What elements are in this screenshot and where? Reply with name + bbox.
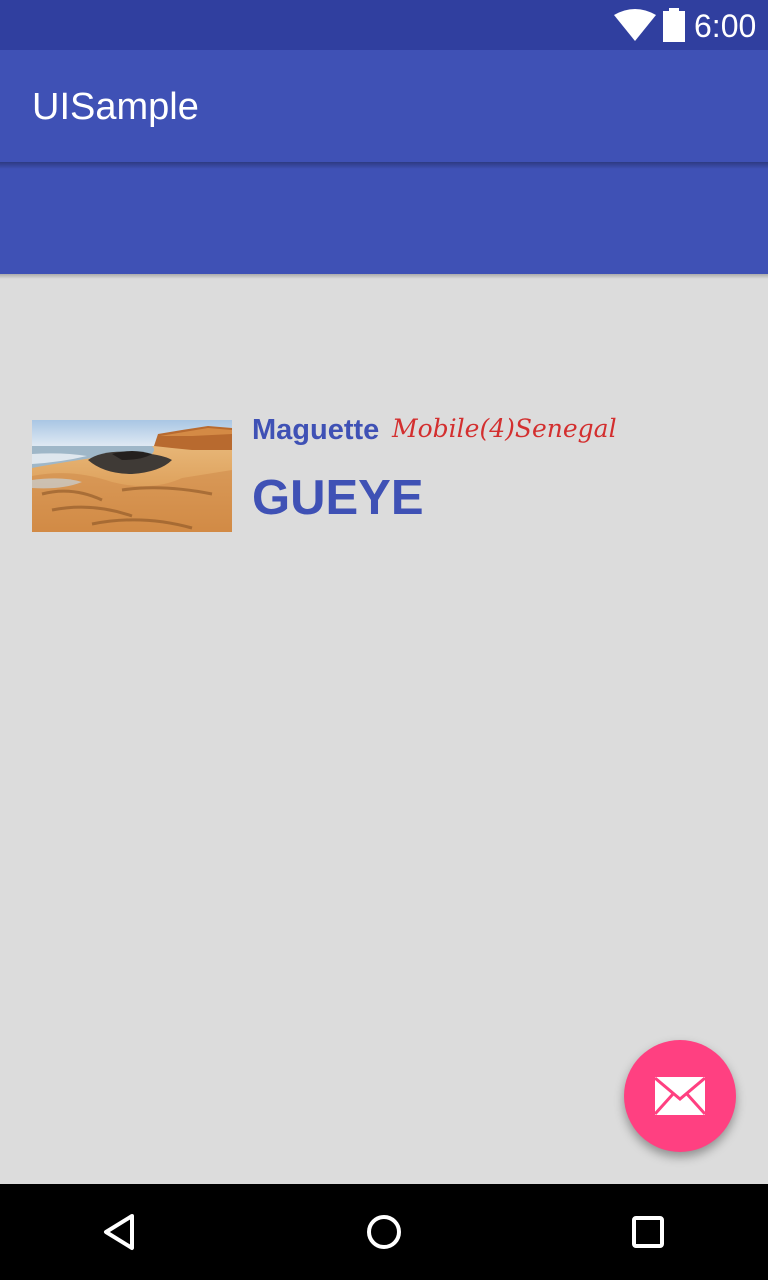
header-extension [0, 162, 768, 274]
navigation-bar [0, 1184, 768, 1280]
first-name: Maguette [252, 414, 380, 446]
header-extension-shadow [0, 274, 768, 279]
app-title: UISample [32, 86, 199, 128]
status-bar: 6:00 [0, 0, 768, 50]
app-bar-shadow [0, 162, 768, 169]
tagline: Mobile(4)Senegal [392, 414, 617, 443]
status-time: 6:00 [694, 8, 757, 44]
home-icon[interactable] [360, 1208, 408, 1256]
last-name: GUEYE [252, 471, 424, 525]
battery-icon [663, 8, 685, 42]
mail-fab-button[interactable] [624, 1040, 736, 1152]
mail-icon [655, 1077, 705, 1115]
back-icon[interactable] [96, 1208, 144, 1256]
recents-icon[interactable] [624, 1208, 672, 1256]
beach-photo [32, 420, 232, 532]
app-bar: UISample [0, 50, 768, 162]
wifi-icon [614, 9, 656, 41]
profile-card: Maguette Mobile(4)Senegal GUEYE [32, 412, 732, 542]
